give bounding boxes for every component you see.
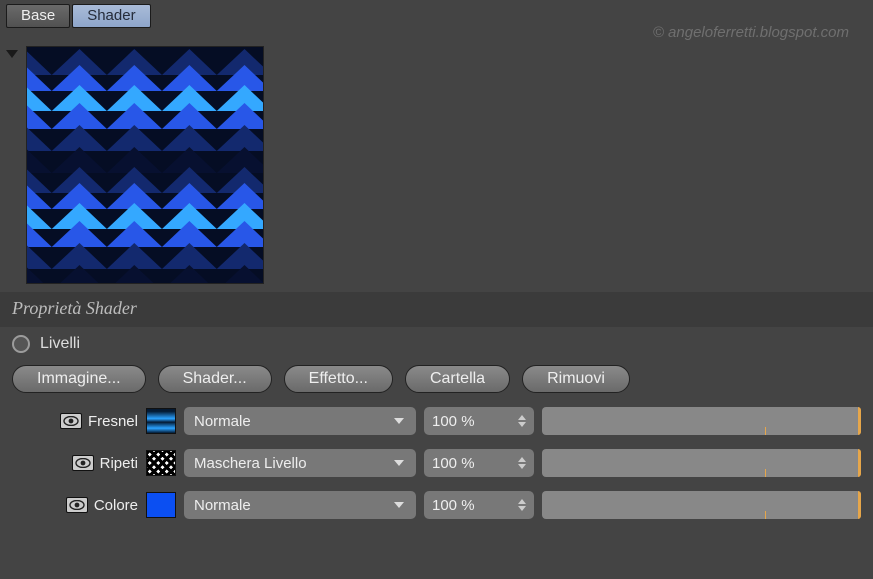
opacity-value: 100 % (432, 497, 475, 514)
layer-swatch-ripeti[interactable] (146, 450, 176, 476)
section-header: Proprietà Shader (0, 292, 873, 327)
layer-swatch-colore[interactable] (146, 492, 176, 518)
blend-mode-value: Normale (194, 413, 251, 430)
eye-icon (63, 416, 79, 426)
layer-name: Fresnel (88, 413, 138, 430)
rimuovi-button[interactable]: Rimuovi (522, 365, 630, 393)
effetto-button[interactable]: Effetto... (284, 365, 393, 393)
blend-mode-value: Maschera Livello (194, 455, 307, 472)
blend-mode-value: Normale (194, 497, 251, 514)
stepper-arrows[interactable] (518, 457, 526, 469)
visibility-toggle[interactable] (60, 413, 82, 429)
opacity-slider[interactable] (542, 491, 861, 519)
tab-shader[interactable]: Shader (72, 4, 150, 28)
livelli-radio[interactable] (12, 335, 30, 353)
layer-row-ripeti: Ripeti Maschera Livello 100 % (12, 449, 861, 477)
blend-mode-dropdown[interactable]: Maschera Livello (184, 449, 416, 477)
shader-preview[interactable] (26, 46, 264, 284)
eye-icon (75, 458, 91, 468)
disclosure-triangle-icon[interactable] (6, 50, 18, 58)
button-row: Immagine... Shader... Effetto... Cartell… (0, 365, 873, 407)
watermark: © angeloferretti.blogspot.com (653, 24, 849, 41)
opacity-field[interactable]: 100 % (424, 449, 534, 477)
livelli-label: Livelli (40, 335, 80, 353)
opacity-value: 100 % (432, 413, 475, 430)
stepper-arrows[interactable] (518, 499, 526, 511)
chevron-down-icon (394, 502, 404, 508)
preview-row (0, 28, 873, 292)
stepper-arrows[interactable] (518, 415, 526, 427)
visibility-toggle[interactable] (72, 455, 94, 471)
layer-row-fresnel: Fresnel Normale 100 % (12, 407, 861, 435)
eye-icon (69, 500, 85, 510)
blend-mode-dropdown[interactable]: Normale (184, 407, 416, 435)
opacity-value: 100 % (432, 455, 475, 472)
opacity-field[interactable]: 100 % (424, 407, 534, 435)
visibility-toggle[interactable] (66, 497, 88, 513)
layer-swatch-fresnel[interactable] (146, 408, 176, 434)
chevron-down-icon (394, 418, 404, 424)
layer-row-colore: Colore Normale 100 % (12, 491, 861, 519)
cartella-button[interactable]: Cartella (405, 365, 510, 393)
layer-list: Fresnel Normale 100 % Ripeti Maschera Li… (0, 407, 873, 519)
chevron-down-icon (394, 460, 404, 466)
shader-button[interactable]: Shader... (158, 365, 272, 393)
tab-base[interactable]: Base (6, 4, 70, 28)
blend-mode-dropdown[interactable]: Normale (184, 491, 416, 519)
opacity-slider[interactable] (542, 449, 861, 477)
layer-name: Ripeti (100, 455, 138, 472)
immagine-button[interactable]: Immagine... (12, 365, 146, 393)
livelli-row: Livelli (0, 327, 873, 365)
opacity-field[interactable]: 100 % (424, 491, 534, 519)
layer-name: Colore (94, 497, 138, 514)
opacity-slider[interactable] (542, 407, 861, 435)
